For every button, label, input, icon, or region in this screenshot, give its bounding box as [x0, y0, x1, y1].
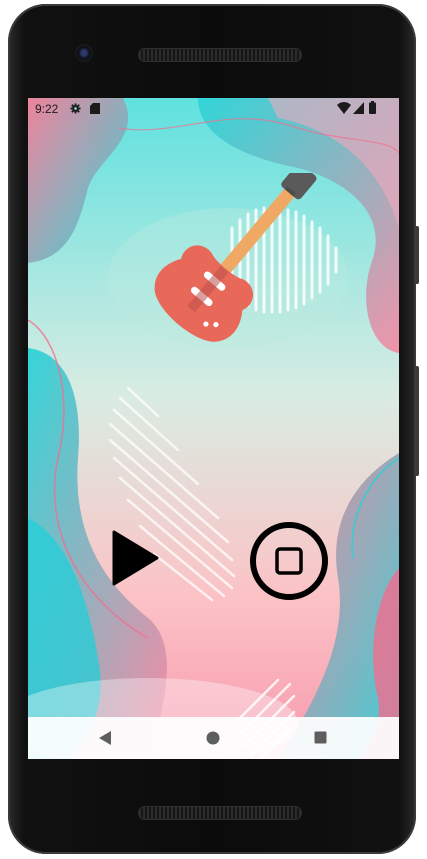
signal-icon [353, 102, 364, 114]
front-camera [75, 44, 93, 62]
status-bar: 9:22 [28, 98, 399, 120]
home-icon[interactable] [206, 731, 220, 745]
status-time: 9:22 [35, 102, 59, 116]
play-icon [112, 530, 159, 586]
stop-icon [275, 547, 303, 575]
app-screen: 9:22 [28, 98, 399, 759]
back-icon[interactable] [98, 730, 112, 746]
navigation-bar [28, 717, 399, 759]
gear-icon [70, 103, 81, 114]
recents-icon[interactable] [314, 731, 327, 744]
battery-icon [369, 101, 376, 114]
volume-rocker [415, 366, 419, 476]
power-button [415, 226, 419, 284]
bottom-speaker-grille [138, 806, 302, 820]
play-button[interactable] [110, 530, 160, 586]
wifi-icon [337, 102, 351, 114]
guitar-illustration [154, 173, 317, 342]
sd-card-icon [90, 103, 100, 114]
stop-button[interactable] [249, 521, 329, 601]
top-speaker-grille [138, 48, 302, 62]
